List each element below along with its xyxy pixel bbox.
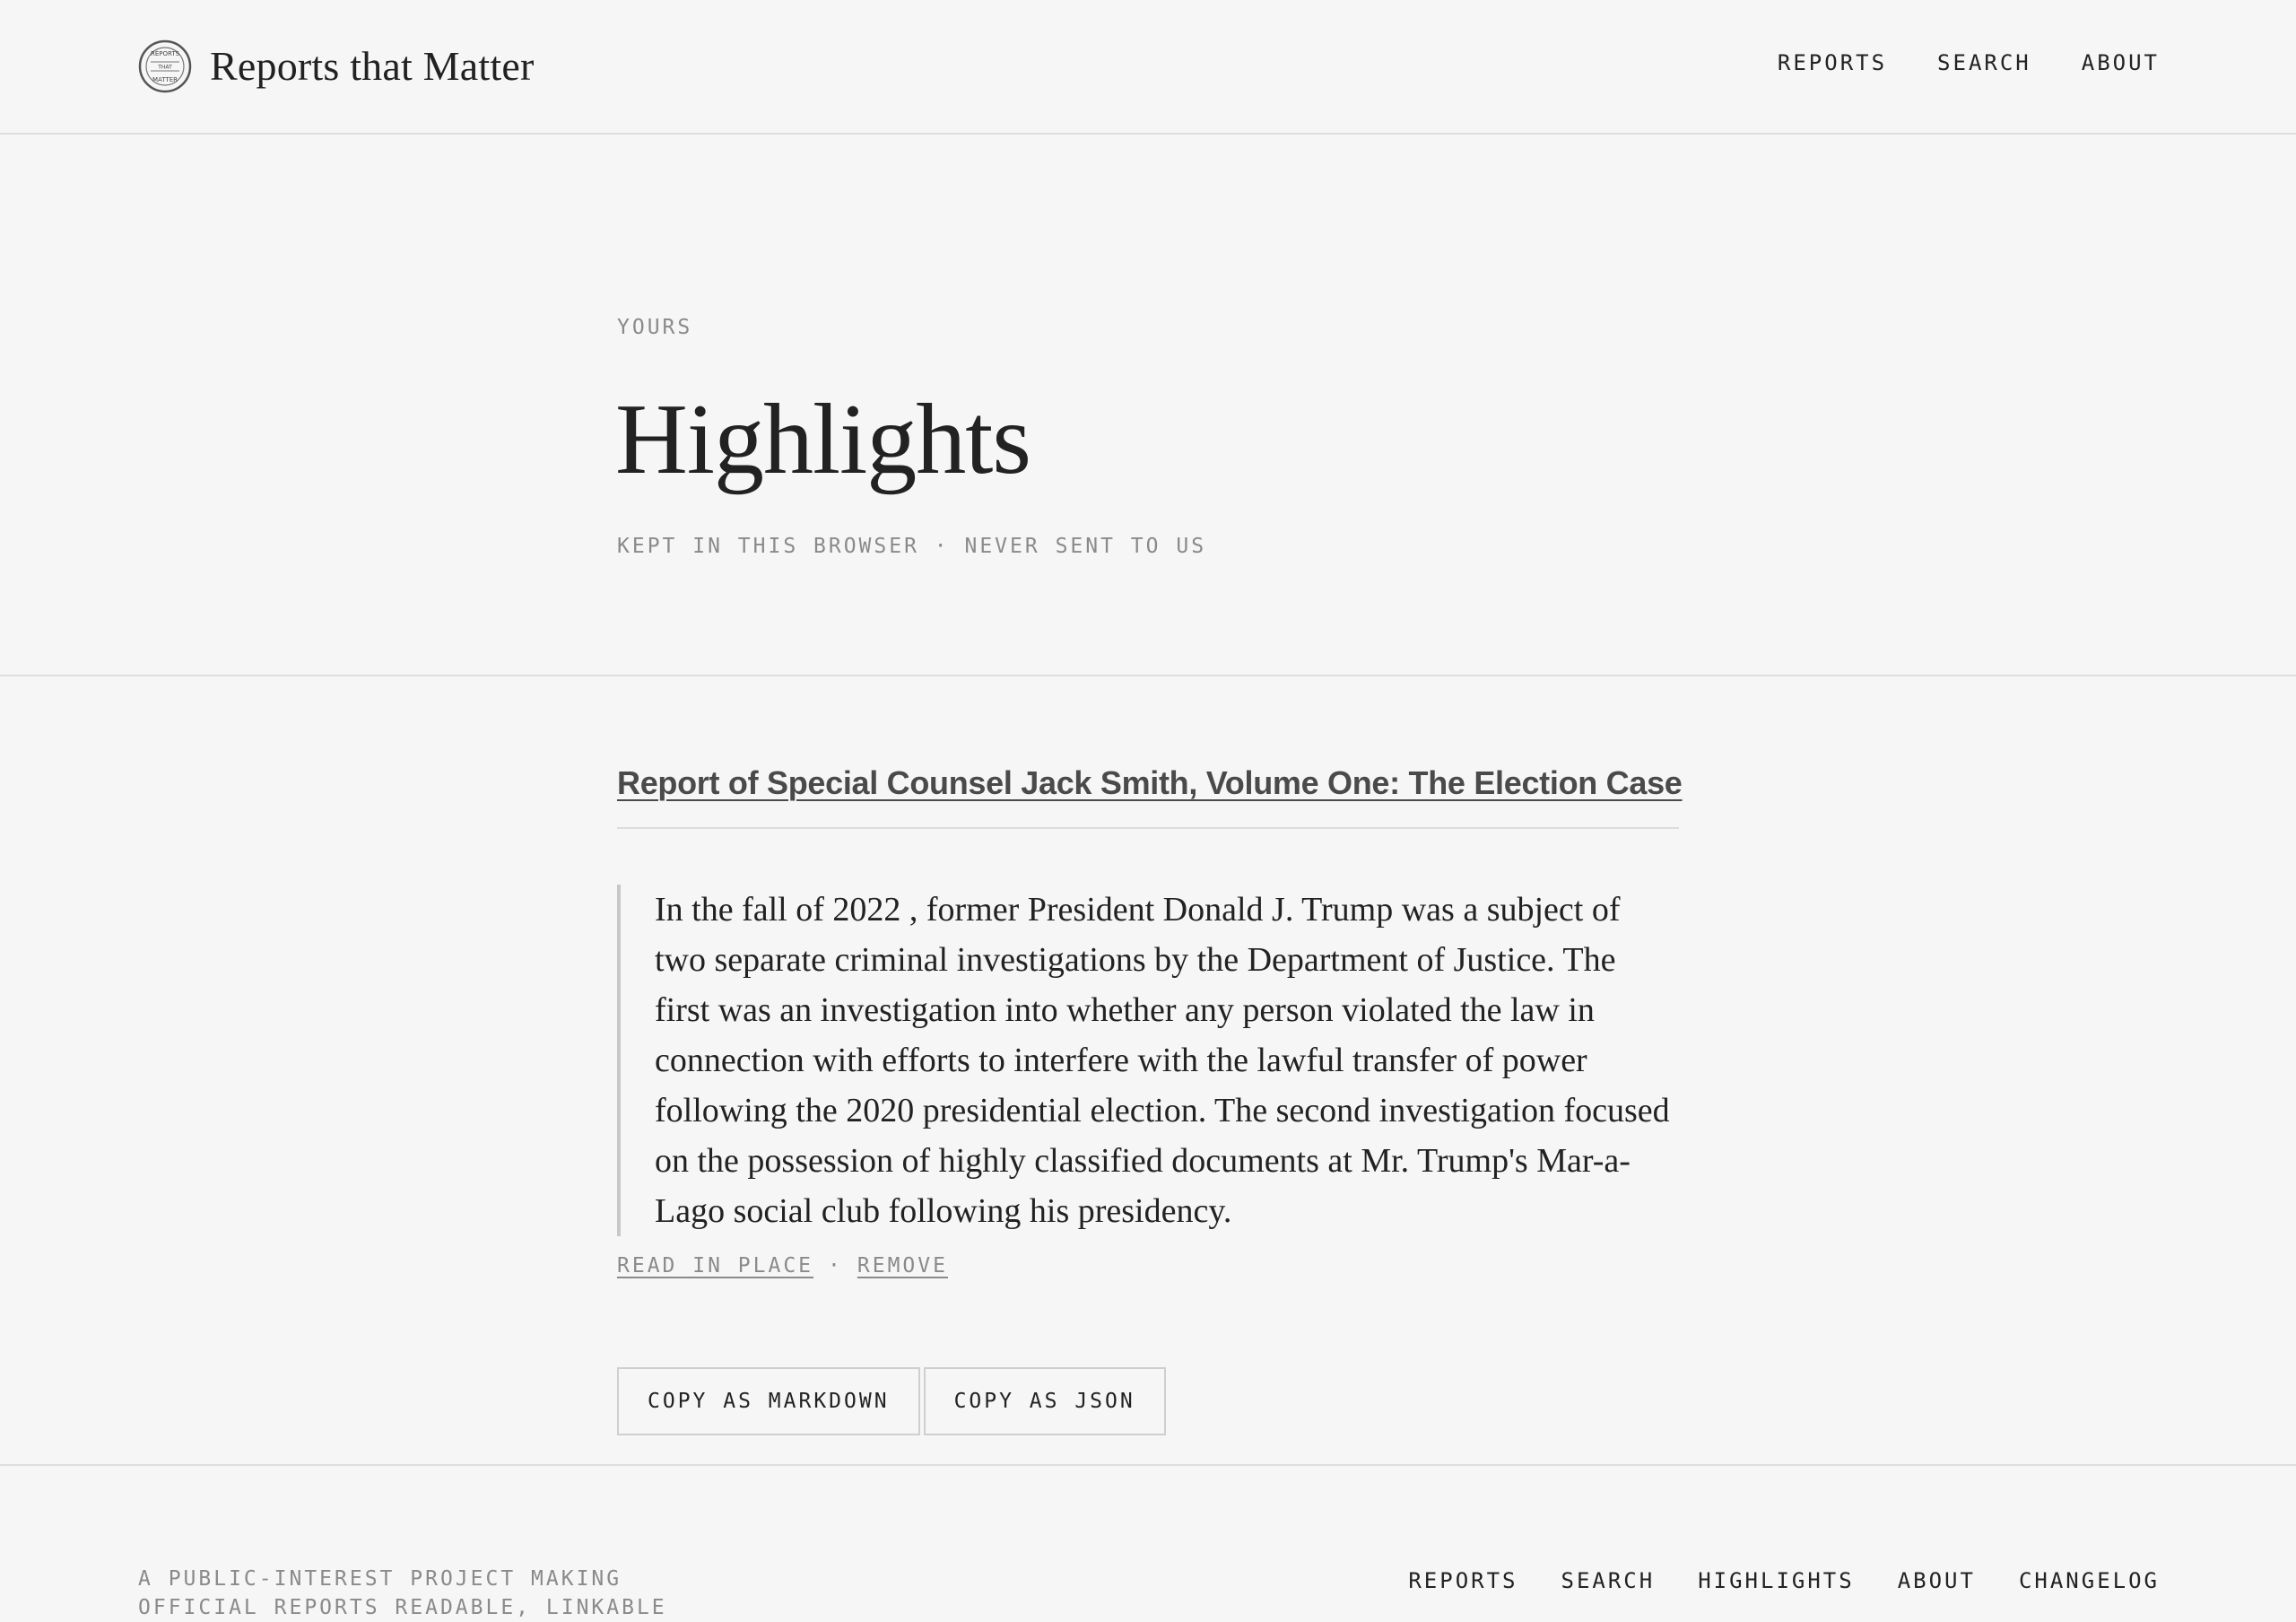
report-title-link[interactable]: Report of Special Counsel Jack Smith, Vo… <box>617 764 1683 802</box>
footer-highlights-link[interactable]: HIGHLIGHTS <box>1698 1568 1855 1593</box>
footer-changelog-link[interactable]: CHANGELOG <box>2019 1568 2160 1593</box>
highlight-quote: In the fall of 2022 , former President D… <box>617 885 1679 1236</box>
site-footer: A PUBLIC-INTEREST PROJECT MAKING OFFICIA… <box>0 1464 2296 1619</box>
read-in-place-link[interactable]: READ IN PLACE <box>617 1254 813 1278</box>
brand-link[interactable]: REPORTS THAT MATTER Reports that Matter <box>138 39 535 93</box>
eyebrow-label: YOURS <box>617 316 693 339</box>
site-logo-icon: REPORTS THAT MATTER <box>138 39 192 93</box>
logo-text-middle: THAT <box>157 65 172 71</box>
highlight-actions: READ IN PLACE · REMOVE <box>617 1254 948 1278</box>
action-separator: · <box>828 1254 843 1278</box>
logo-text-bottom: MATTER <box>152 76 178 83</box>
highlight-text: In the fall of 2022 , former President D… <box>655 891 1670 1230</box>
copy-markdown-button[interactable]: COPY AS MARKDOWN <box>617 1367 920 1435</box>
nav-search-link[interactable]: SEARCH <box>1937 50 2031 75</box>
footer-tagline: A PUBLIC-INTEREST PROJECT MAKING OFFICIA… <box>138 1567 667 1619</box>
copy-json-button[interactable]: COPY AS JSON <box>923 1367 1166 1435</box>
remove-link[interactable]: REMOVE <box>857 1254 948 1278</box>
site-header: REPORTS THAT MATTER Reports that Matter … <box>0 0 2296 135</box>
top-nav: REPORTS SEARCH ABOUT <box>1778 50 2160 75</box>
report-divider <box>617 827 1679 829</box>
page-title: Highlights <box>615 384 1031 495</box>
brand-name: Reports that Matter <box>210 43 535 89</box>
hero-section: YOURS Highlights KEPT IN THIS BROWSER · … <box>0 135 2296 676</box>
logo-text-top: REPORTS <box>151 50 180 57</box>
nav-about-link[interactable]: ABOUT <box>2082 50 2160 75</box>
footer-about-link[interactable]: ABOUT <box>1898 1568 1976 1593</box>
nav-reports-link[interactable]: REPORTS <box>1778 50 1887 75</box>
footer-search-link[interactable]: SEARCH <box>1561 1568 1656 1593</box>
footer-reports-link[interactable]: REPORTS <box>1408 1568 1518 1593</box>
export-buttons: COPY AS MARKDOWN COPY AS JSON <box>617 1367 1166 1435</box>
footer-nav: REPORTS SEARCH HIGHLIGHTS ABOUT CHANGELO… <box>1408 1568 2160 1593</box>
privacy-note: KEPT IN THIS BROWSER · NEVER SENT TO US <box>617 535 1207 558</box>
